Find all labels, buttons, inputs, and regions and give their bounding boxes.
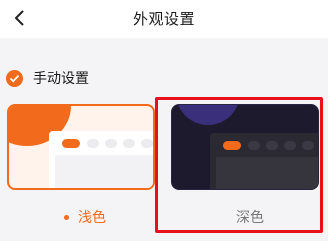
preview-tab bbox=[87, 139, 99, 148]
checkmark-icon bbox=[9, 74, 20, 82]
manual-settings-label: 手动设置 bbox=[33, 71, 89, 87]
preview-content bbox=[55, 155, 153, 188]
preview-tab bbox=[123, 139, 135, 148]
preview-tab bbox=[141, 139, 153, 148]
manual-settings-row[interactable]: 手动设置 bbox=[6, 66, 89, 90]
page-title: 外观设置 bbox=[132, 10, 195, 28]
light-theme-option[interactable]: 浅色 bbox=[64, 207, 106, 227]
preview-active-tab bbox=[62, 139, 80, 148]
preview-tab bbox=[105, 139, 117, 148]
manual-settings-checkbox[interactable] bbox=[6, 69, 23, 87]
light-preview-window bbox=[49, 131, 153, 188]
highlight-annotation bbox=[155, 97, 323, 233]
top-bar: 外观设置 bbox=[0, 0, 328, 38]
light-theme-card[interactable] bbox=[7, 104, 155, 190]
light-theme-label: 浅色 bbox=[78, 210, 106, 226]
selected-dot-icon bbox=[64, 214, 69, 220]
